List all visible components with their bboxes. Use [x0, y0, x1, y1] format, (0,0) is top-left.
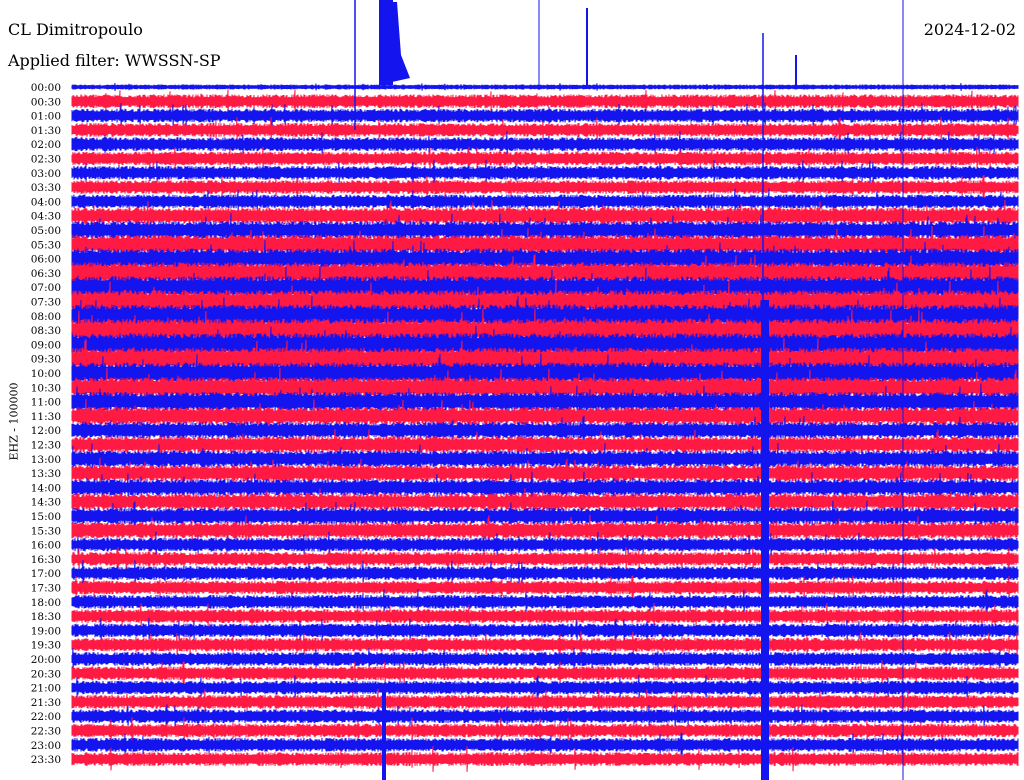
row-label-1200: 12:00: [31, 425, 61, 437]
row-label-0200: 02:00: [31, 139, 61, 151]
row-label-1730: 17:30: [31, 583, 61, 595]
row-label-1400: 14:00: [31, 482, 61, 494]
row-label-0430: 04:30: [31, 211, 61, 223]
row-label-1430: 14:30: [31, 497, 61, 509]
row-label-1930: 19:30: [31, 640, 61, 652]
row-label-0100: 01:00: [31, 111, 61, 123]
trace-0000: [71, 82, 1019, 92]
row-label-1830: 18:30: [31, 611, 61, 623]
row-label-2230: 22:30: [31, 726, 61, 738]
trace-0030: [71, 89, 1019, 114]
event-spike-5: [761, 300, 769, 780]
row-label-0230: 02:30: [31, 154, 61, 166]
trace-2000: [71, 647, 1019, 671]
row-label-1600: 16:00: [31, 540, 61, 552]
event-spike-0: [354, 0, 356, 130]
row-label-0030: 00:30: [31, 96, 61, 108]
row-label-1030: 10:30: [31, 382, 61, 394]
row-label-0530: 05:30: [31, 239, 61, 251]
row-label-1000: 10:00: [31, 368, 61, 380]
row-label-1230: 12:30: [31, 440, 61, 452]
row-label-0330: 03:30: [31, 182, 61, 194]
row-label-1530: 15:30: [31, 525, 61, 537]
row-label-0730: 07:30: [31, 297, 61, 309]
row-label-0700: 07:00: [31, 282, 61, 294]
row-label-1130: 11:30: [31, 411, 61, 423]
row-label-1500: 15:00: [31, 511, 61, 523]
row-label-0500: 05:00: [31, 225, 61, 237]
event-spike-7: [902, 0, 904, 780]
event-spike-6: [382, 690, 386, 780]
row-label-1900: 19:00: [31, 625, 61, 637]
row-label-0900: 09:00: [31, 339, 61, 351]
row-label-0000: 00:00: [31, 82, 61, 94]
time-row-labels: 00:00 00:30 01:00 01:30 02:00 02:30 03:00 03:30…: [31, 82, 61, 766]
row-label-2000: 20:00: [31, 654, 61, 666]
event-coda: [383, 2, 410, 84]
row-label-1630: 16:30: [31, 554, 61, 566]
row-label-0300: 03:00: [31, 168, 61, 180]
row-label-2200: 22:00: [31, 711, 61, 723]
row-label-0600: 06:00: [31, 254, 61, 266]
event-spike-2: [538, 0, 540, 90]
row-label-2100: 21:00: [31, 683, 61, 695]
event-spike-8: [795, 55, 797, 88]
row-label-2330: 23:30: [31, 754, 61, 766]
row-label-1300: 13:00: [31, 454, 61, 466]
row-label-1800: 18:00: [31, 597, 61, 609]
row-label-0400: 04:00: [31, 196, 61, 208]
row-label-0800: 08:00: [31, 311, 61, 323]
row-label-2030: 20:30: [31, 668, 61, 680]
row-label-0830: 08:30: [31, 325, 61, 337]
helicorder-plot: 00:00 00:30 01:00 01:30 02:00 02:30 03:00 03:30…: [31, 0, 1019, 780]
row-label-2130: 21:30: [31, 697, 61, 709]
seismic-traces: [71, 82, 1019, 772]
event-spike-3: [586, 8, 588, 88]
row-label-0630: 06:30: [31, 268, 61, 280]
row-label-2300: 23:00: [31, 740, 61, 752]
row-label-1700: 17:00: [31, 568, 61, 580]
row-label-1100: 11:00: [31, 397, 61, 409]
row-label-0930: 09:30: [31, 354, 61, 366]
row-label-0130: 01:30: [31, 125, 61, 137]
row-label-1330: 13:30: [31, 468, 61, 480]
channel-label: EHZ - 100000: [7, 382, 21, 461]
